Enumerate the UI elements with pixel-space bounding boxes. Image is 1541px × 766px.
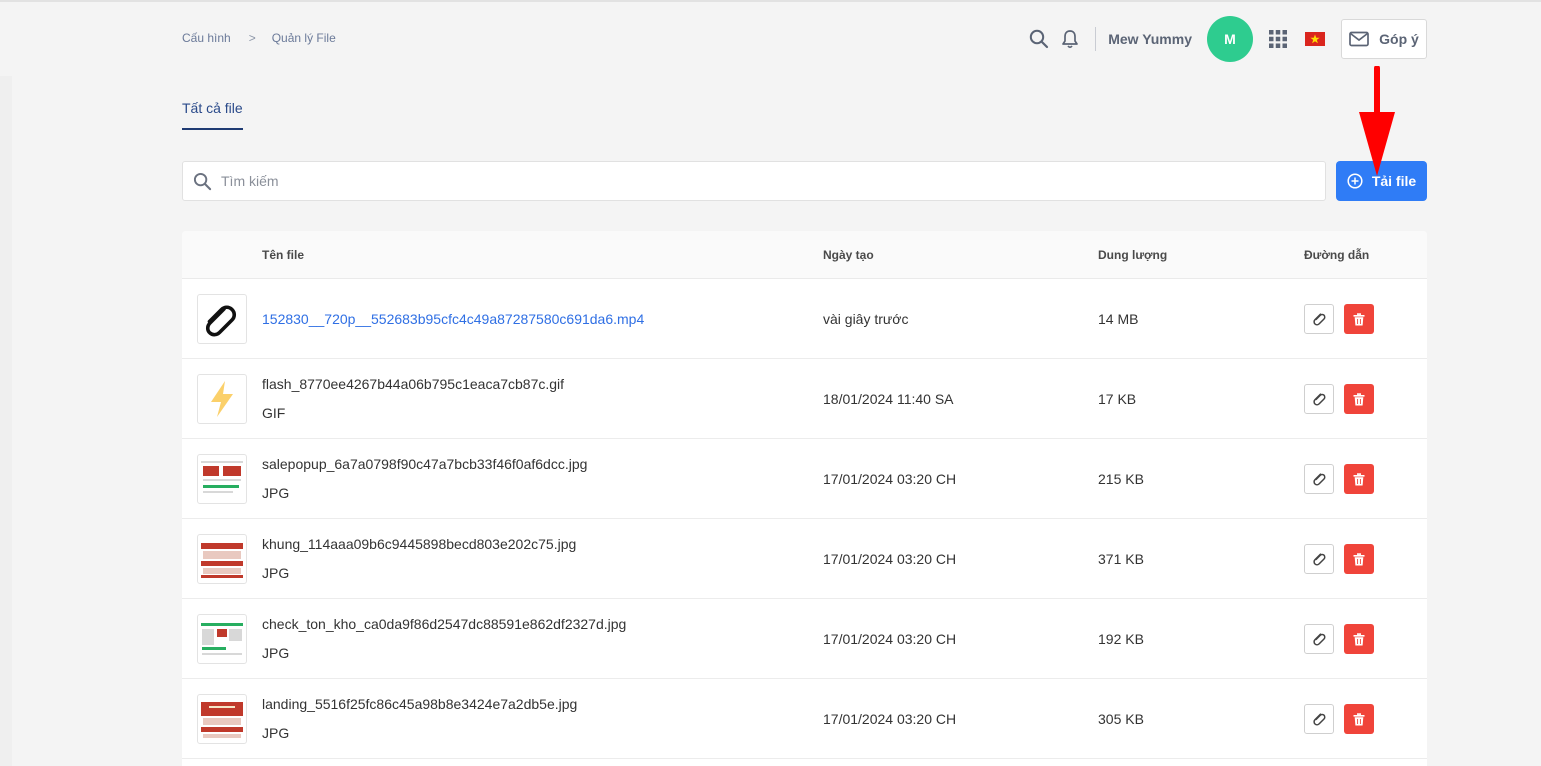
file-name[interactable]: khung_114aaa09b6c9445898becd803e202c75.j… — [262, 536, 576, 552]
table-row: 152830__720p__552683b95cfc4c49a87287580c… — [182, 279, 1427, 359]
delete-button[interactable] — [1344, 304, 1374, 334]
file-created: 17/01/2024 03:20 CH — [823, 551, 957, 567]
search-input[interactable] — [221, 173, 1301, 189]
file-name[interactable]: salepopup_6a7a0798f90c47a7bcb33f46f0af6d… — [262, 456, 587, 472]
paperclip-icon — [205, 305, 237, 337]
link-icon — [1313, 393, 1326, 406]
delete-button[interactable] — [1344, 624, 1374, 654]
trash-icon — [1353, 312, 1365, 325]
copy-link-button[interactable] — [1304, 544, 1334, 574]
search-icon[interactable] — [1028, 28, 1050, 50]
file-created: 17/01/2024 03:20 CH — [823, 631, 957, 647]
breadcrumb-current: Quản lý File — [271, 31, 336, 45]
table-row: landing_5516f25fc86c45a98b8e3424e7a2db5e… — [182, 679, 1427, 759]
image-thumbnail — [199, 537, 245, 581]
header-actions: Mew Yummy M Góp ý — [1028, 16, 1427, 62]
trash-icon — [1353, 632, 1365, 645]
copy-link-button[interactable] — [1304, 704, 1334, 734]
breadcrumb-separator: > — [248, 31, 256, 45]
lightning-icon — [211, 381, 233, 417]
delete-button[interactable] — [1344, 384, 1374, 414]
copy-link-button[interactable] — [1304, 304, 1334, 334]
link-icon — [1313, 713, 1326, 726]
vietnam-flag-icon[interactable] — [1305, 32, 1325, 46]
file-size: 305 KB — [1098, 711, 1144, 727]
file-name[interactable]: flash_8770ee4267b44a06b795c1eaca7cb87c.g… — [262, 376, 564, 392]
breadcrumb-root[interactable]: Cấu hình — [182, 31, 231, 45]
file-size: 192 KB — [1098, 631, 1144, 647]
delete-button[interactable] — [1344, 464, 1374, 494]
file-name[interactable]: check_ton_kho_ca0da9f86d2547dc88591e862d… — [262, 616, 626, 632]
file-size: 371 KB — [1098, 551, 1144, 567]
link-icon — [1313, 553, 1326, 566]
link-icon — [1313, 313, 1326, 326]
page-header: Cấu hình > Quản lý File Mew Yummy M Góp … — [182, 16, 1427, 62]
file-size: 14 MB — [1098, 311, 1139, 327]
username[interactable]: Mew Yummy — [1108, 31, 1192, 47]
file-created: vài giây trước — [823, 311, 909, 327]
file-created: 18/01/2024 11:40 SA — [823, 391, 954, 407]
column-header-name: Tên file — [262, 248, 305, 262]
copy-link-button[interactable] — [1304, 384, 1334, 414]
apps-grid-icon[interactable] — [1267, 28, 1289, 50]
file-thumbnail — [197, 294, 247, 344]
file-type: JPG — [262, 725, 290, 741]
delete-button[interactable] — [1344, 704, 1374, 734]
table-header: Tên file Ngày tạo Dung lượng Đường dẫn — [182, 231, 1427, 279]
file-created: 17/01/2024 03:20 CH — [823, 471, 957, 487]
file-type: JPG — [262, 645, 290, 661]
file-thumbnail — [197, 534, 247, 584]
table-row: salepopup_6a7a0798f90c47a7bcb33f46f0af6d… — [182, 439, 1427, 519]
file-size: 215 KB — [1098, 471, 1144, 487]
file-table: Tên file Ngày tạo Dung lượng Đường dẫn 1… — [182, 231, 1427, 766]
avatar[interactable]: M — [1207, 16, 1253, 62]
file-created: 17/01/2024 03:20 CH — [823, 711, 957, 727]
trash-icon — [1353, 712, 1365, 725]
bell-icon[interactable] — [1059, 28, 1081, 50]
link-icon — [1313, 473, 1326, 486]
image-thumbnail — [199, 457, 245, 501]
file-thumbnail — [197, 694, 247, 744]
file-name-link[interactable]: 152830__720p__552683b95cfc4c49a87287580c… — [262, 311, 644, 327]
column-header-size: Dung lượng — [1098, 248, 1168, 262]
search-bar — [182, 161, 1326, 201]
table-row: check_ton_kho_ca0da9f86d2547dc88591e862d… — [182, 599, 1427, 679]
delete-button[interactable] — [1344, 544, 1374, 574]
search-icon — [193, 172, 212, 190]
table-row: flash_8770ee4267b44a06b795c1eaca7cb87c.g… — [182, 359, 1427, 439]
file-type: GIF — [262, 405, 286, 421]
copy-link-button[interactable] — [1304, 624, 1334, 654]
file-name[interactable]: landing_5516f25fc86c45a98b8e3424e7a2db5e… — [262, 696, 577, 712]
file-thumbnail — [197, 614, 247, 664]
file-thumbnail — [197, 454, 247, 504]
file-type: JPG — [262, 485, 290, 501]
column-header-created: Ngày tạo — [823, 248, 874, 262]
image-thumbnail — [199, 697, 245, 741]
header-divider — [1095, 27, 1097, 51]
left-strip — [0, 76, 12, 766]
trash-icon — [1353, 552, 1365, 565]
link-icon — [1313, 633, 1326, 646]
copy-link-button[interactable] — [1304, 464, 1334, 494]
file-thumbnail — [197, 374, 247, 424]
trash-icon — [1353, 392, 1365, 405]
breadcrumb: Cấu hình > Quản lý File — [182, 31, 336, 45]
image-thumbnail — [199, 617, 245, 661]
top-border — [0, 0, 1541, 2]
mail-icon — [1349, 31, 1370, 47]
feedback-button[interactable]: Góp ý — [1341, 19, 1427, 59]
tab-all-files[interactable]: Tất cả file — [182, 100, 243, 130]
feedback-label: Góp ý — [1379, 31, 1419, 47]
table-row: khung_114aaa09b6c9445898becd803e202c75.j… — [182, 519, 1427, 599]
column-header-path: Đường dẫn — [1304, 248, 1370, 262]
annotation-arrow-icon — [1359, 66, 1395, 176]
file-size: 17 KB — [1098, 391, 1137, 407]
file-type: JPG — [262, 565, 290, 581]
trash-icon — [1353, 472, 1365, 485]
